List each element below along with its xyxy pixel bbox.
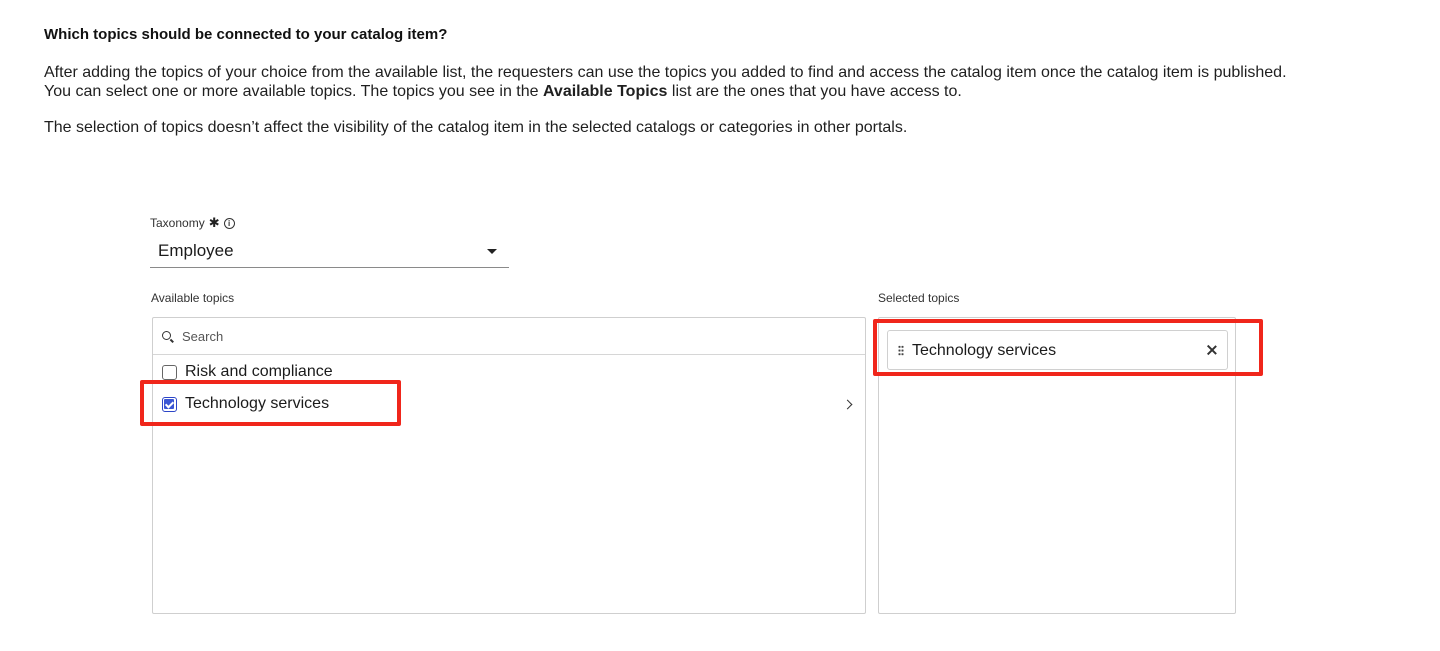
available-topics-panel: Risk and compliance Technology services [152, 317, 866, 614]
description-paragraph: After adding the topics of your choice f… [44, 63, 1294, 101]
caret-down-icon [487, 249, 497, 254]
search-icon [162, 331, 171, 340]
search-input[interactable] [182, 326, 842, 346]
topic-label: Risk and compliance [185, 363, 333, 380]
topic-item-technology-services[interactable]: Technology services [153, 390, 865, 418]
topic-label: Technology services [185, 395, 330, 412]
topic-checkbox[interactable] [162, 364, 177, 380]
close-icon[interactable] [1205, 343, 1219, 357]
available-topics-emphasis: Available Topics [542, 83, 668, 100]
chevron-right-icon[interactable] [842, 399, 853, 409]
search-bar [153, 318, 865, 355]
taxonomy-label: Taxonomy ✱ i [150, 216, 235, 230]
visibility-note: The selection of topics doesn’t affect t… [44, 119, 908, 136]
info-icon[interactable]: i [223, 217, 235, 229]
taxonomy-select[interactable]: Employee [150, 236, 509, 268]
taxonomy-label-text: Taxonomy [150, 216, 205, 230]
required-asterisk-icon: ✱ [208, 215, 220, 230]
selected-topic-chip[interactable]: Technology services [887, 330, 1228, 370]
topic-item-risk-and-compliance[interactable]: Risk and compliance [153, 358, 865, 386]
available-topics-label: Available topics [151, 291, 235, 305]
selected-topics-label: Selected topics [878, 291, 960, 305]
description-text-end: list are the ones that you have access t… [667, 83, 962, 100]
selected-topic-label: Technology services [912, 342, 1057, 359]
topic-checkbox-checked[interactable] [162, 396, 177, 412]
selected-topics-panel: Technology services [878, 317, 1236, 614]
drag-handle-icon[interactable] [898, 345, 904, 356]
taxonomy-selected-value: Employee [158, 241, 234, 260]
section-heading: Which topics should be connected to your… [44, 26, 448, 43]
